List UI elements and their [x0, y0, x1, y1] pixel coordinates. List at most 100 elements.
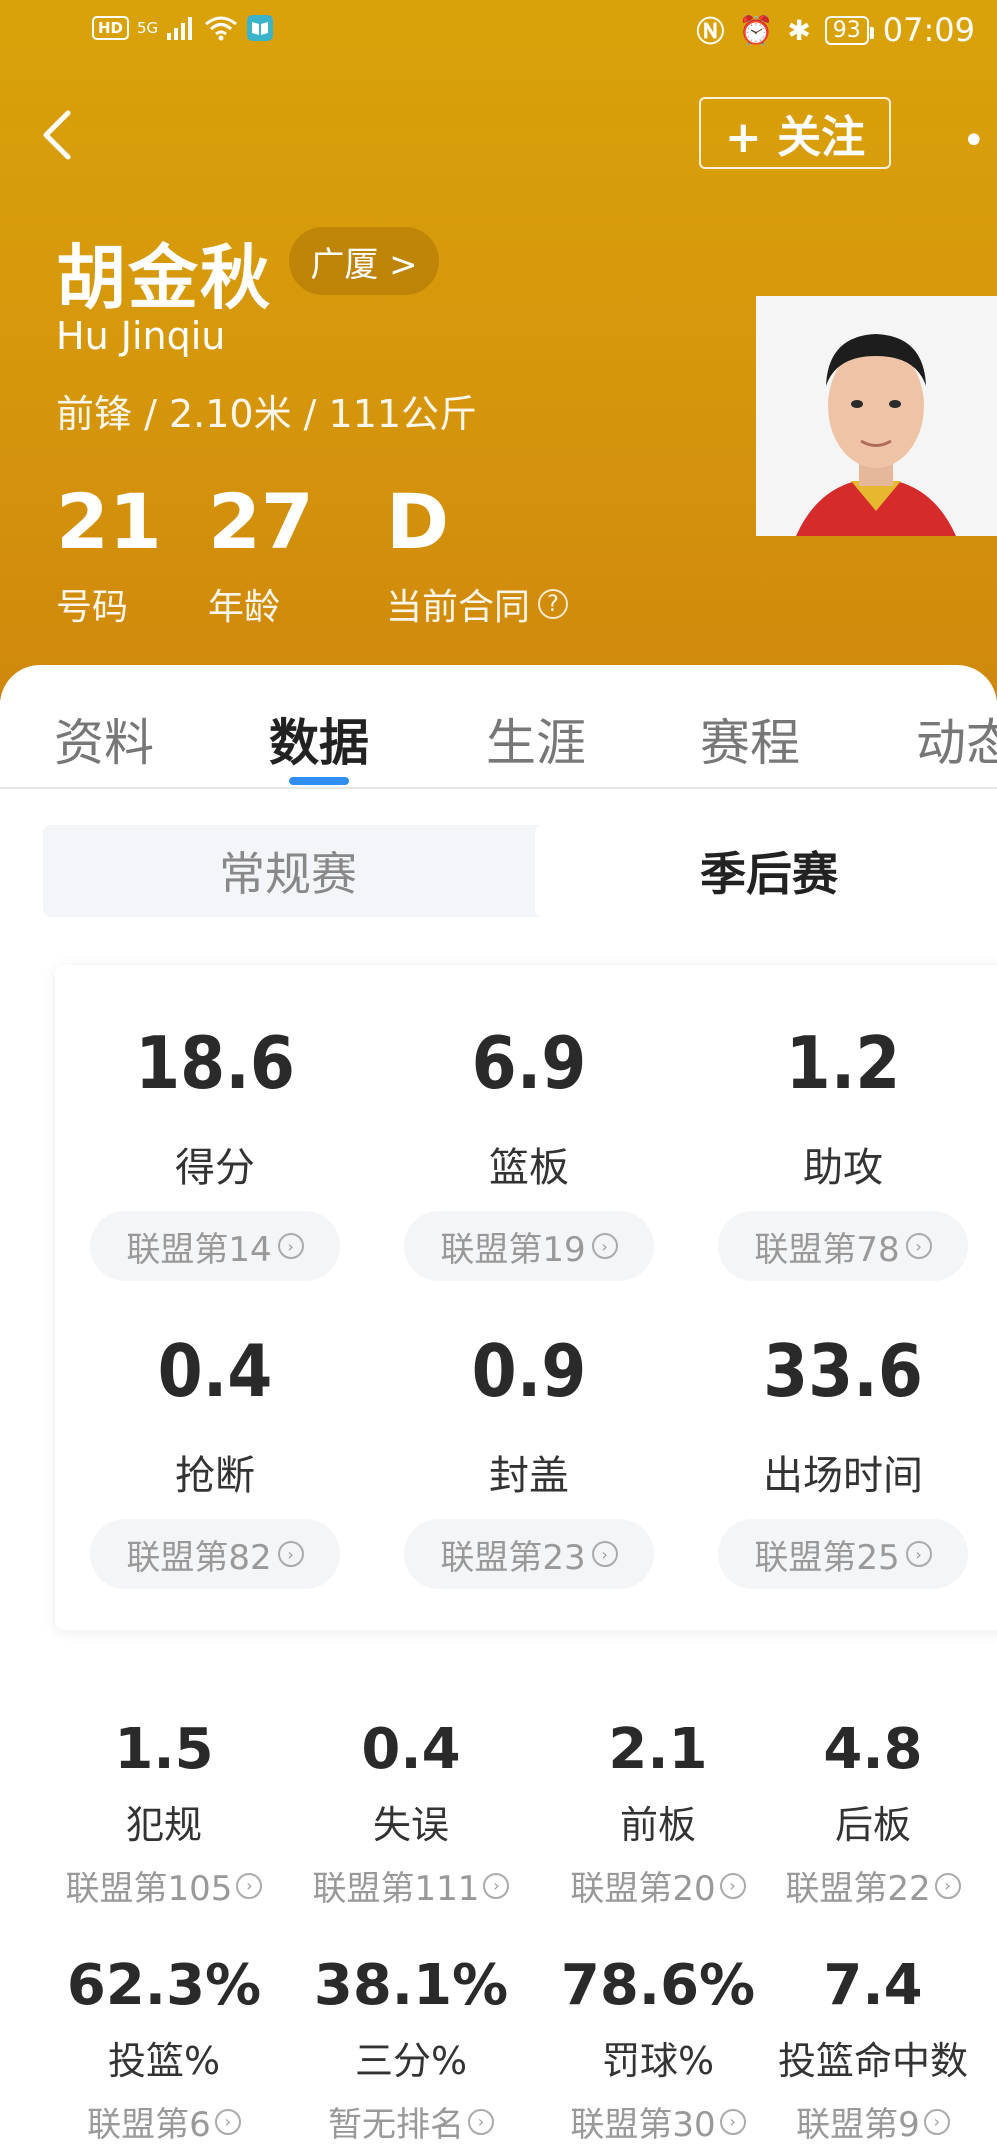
tab-bar: 资料 数据 生涯 赛程 动态	[0, 665, 997, 789]
stat-3pt-pct: 38.1% 三分% 暂无排名 ›	[287, 1958, 535, 2146]
network-type: 5G	[137, 19, 159, 37]
book-app-icon	[247, 15, 274, 41]
stat-rank-pill[interactable]: 联盟第78 ›	[718, 1211, 968, 1281]
chevron-right-icon: ›	[905, 1233, 932, 1259]
tab-news[interactable]: 动态	[916, 703, 997, 775]
stat-value: 1.2	[785, 1021, 901, 1105]
tab-profile[interactable]: 资料	[54, 703, 154, 775]
team-link[interactable]: 广厦 >	[289, 227, 439, 295]
jersey-number: 21	[56, 477, 162, 566]
rank-text: 联盟第20	[570, 1869, 716, 1909]
stat-blocks: 0.9 封盖 联盟第23 ›	[369, 1335, 689, 1589]
battery-indicator: 93	[824, 15, 874, 45]
player-age: 27	[208, 477, 314, 566]
stat-value: 38.1%	[313, 1953, 509, 2018]
age-label: 年龄	[208, 578, 280, 630]
regular-season-option[interactable]: 常规赛	[43, 825, 533, 917]
stat-rank[interactable]: 联盟第111 ›	[287, 1861, 535, 1910]
stat-value: 0.4	[361, 1717, 461, 1782]
stat-rank[interactable]: 联盟第30 ›	[534, 2097, 782, 2146]
rank-text: 联盟第14	[126, 1229, 272, 1270]
stat-rank[interactable]: 联盟第105 ›	[40, 1861, 288, 1910]
stat-value: 6.9	[471, 1021, 587, 1105]
help-icon[interactable]: ?	[538, 589, 569, 619]
stat-label: 三分%	[354, 2039, 468, 2083]
player-name-cn: 胡金秋	[56, 237, 272, 319]
stat-label: 前板	[619, 1803, 696, 1847]
chevron-right-icon: ›	[719, 1872, 746, 1899]
stat-label: 犯规	[125, 1803, 202, 1847]
chevron-right-icon: ›	[719, 2108, 746, 2135]
active-tab-indicator	[289, 777, 349, 785]
stat-rank[interactable]: 联盟第20 ›	[534, 1861, 782, 1910]
tab-career[interactable]: 生涯	[486, 703, 586, 775]
contract-grade: D	[386, 477, 450, 566]
stat-value: 2.1	[608, 1717, 708, 1782]
signal-icon	[167, 17, 193, 40]
stat-rank-pill[interactable]: 联盟第82 ›	[90, 1519, 340, 1589]
tab-stats[interactable]: 数据	[269, 703, 369, 775]
stat-value: 78.6%	[560, 1953, 756, 2018]
contract-label: 当前合同 ?	[386, 578, 569, 630]
bluetooth-icon: ✱	[787, 13, 811, 47]
stat-fg-made: 7.4 投篮命中数 联盟第9 ›	[749, 1958, 997, 2146]
rank-text: 联盟第30	[570, 2105, 716, 2145]
clock: 07:09	[882, 11, 975, 49]
chevron-right-icon: ›	[277, 1541, 304, 1567]
stat-value: 0.4	[157, 1329, 273, 1413]
rank-text: 联盟第105	[65, 1869, 233, 1909]
stat-label: 后板	[834, 1803, 911, 1847]
stat-label: 罚球%	[601, 2039, 715, 2083]
stat-rank[interactable]: 联盟第9 ›	[749, 2097, 997, 2146]
stat-value: 62.3%	[66, 1953, 262, 2018]
alarm-icon: ⏰	[738, 13, 774, 47]
main-stats-card: 18.6 得分 联盟第14 › 6.9 篮板 联盟第19 › 1.2 助攻 联盟第7…	[55, 965, 997, 1630]
more-options-icon[interactable]: ••	[962, 118, 997, 164]
rank-text: 联盟第82	[126, 1537, 272, 1578]
rank-text: 联盟第25	[754, 1537, 900, 1578]
stat-rank-pill[interactable]: 联盟第19 ›	[404, 1211, 654, 1281]
stat-rank[interactable]: 联盟第22 ›	[749, 1861, 997, 1910]
stat-fg-pct: 62.3% 投篮% 联盟第6 ›	[40, 1958, 288, 2146]
chevron-right-icon: ›	[591, 1541, 618, 1567]
stat-label: 封盖	[489, 1453, 569, 1499]
player-header: HD 5G Ⓝ ⏰ ✱ 93 07:09 + 关注 • 胡金秋 广厦 > Hu …	[0, 0, 997, 700]
stat-rank-pill[interactable]: 联盟第23 ›	[404, 1519, 654, 1589]
season-toggle: 常规赛 季后赛	[43, 825, 997, 917]
playoffs-option[interactable]: 季后赛	[535, 825, 997, 917]
chevron-right-icon: ›	[214, 2108, 241, 2135]
stat-label: 投篮命中数	[777, 2039, 968, 2083]
stat-rank-pill[interactable]: 联盟第25 ›	[718, 1519, 968, 1589]
chevron-right-icon: ›	[483, 1872, 510, 1899]
rank-text: 联盟第22	[785, 1869, 931, 1909]
rank-text: 联盟第6	[87, 2105, 211, 2145]
stat-rank-pill[interactable]: 联盟第14 ›	[90, 1211, 340, 1281]
stat-rank[interactable]: 暂无排名 ›	[287, 2097, 535, 2146]
stat-rebounds: 6.9 篮板 联盟第19 ›	[369, 1027, 689, 1281]
chevron-right-icon: ›	[934, 1872, 961, 1899]
stat-defensive-rebounds: 4.8 后板 联盟第22 ›	[749, 1722, 997, 1910]
chevron-right-icon: ›	[591, 1233, 618, 1259]
follow-button[interactable]: + 关注	[699, 97, 891, 169]
stat-points: 18.6 得分 联盟第14 ›	[55, 1027, 375, 1281]
stat-value: 4.8	[823, 1717, 923, 1782]
stat-value: 1.5	[114, 1717, 214, 1782]
stat-rank[interactable]: 联盟第6 ›	[40, 2097, 288, 2146]
stat-turnovers: 0.4 失误 联盟第111 ›	[287, 1722, 535, 1910]
stat-minutes: 33.6 出场时间 联盟第25 ›	[683, 1335, 997, 1589]
stat-ft-pct: 78.6% 罚球% 联盟第30 ›	[534, 1958, 782, 2146]
stat-offensive-rebounds: 2.1 前板 联盟第20 ›	[534, 1722, 782, 1910]
stat-value: 18.6	[135, 1021, 295, 1105]
stat-label: 投篮%	[107, 2039, 221, 2083]
stat-label: 出场时间	[763, 1453, 923, 1499]
chevron-right-icon: ›	[923, 2108, 950, 2135]
stat-fouls: 1.5 犯规 联盟第105 ›	[40, 1722, 288, 1910]
chevron-right-icon: ›	[236, 1872, 263, 1899]
age-label-text: 年龄	[208, 587, 281, 628]
back-arrow-icon[interactable]	[30, 105, 90, 165]
status-left: HD 5G	[92, 14, 274, 42]
wifi-icon	[205, 16, 238, 41]
tab-schedule[interactable]: 赛程	[700, 703, 800, 775]
chevron-right-icon: ›	[905, 1541, 932, 1567]
stat-value: 7.4	[823, 1953, 923, 2018]
